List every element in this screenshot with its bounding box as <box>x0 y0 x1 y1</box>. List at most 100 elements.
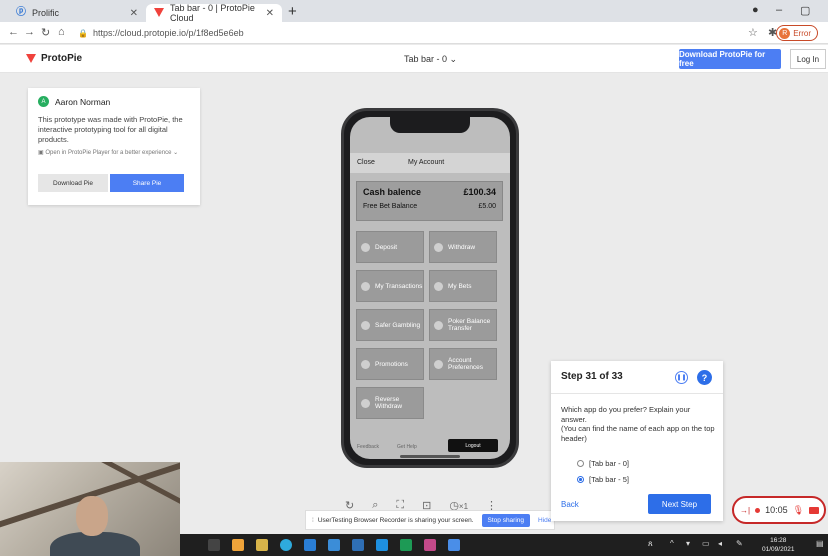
camera-icon[interactable] <box>809 506 820 514</box>
tab-title: Prolific <box>32 8 60 18</box>
menu-button-my-transactions[interactable]: My Transactions <box>356 270 424 302</box>
get-help-link[interactable]: Get Help <box>397 444 417 450</box>
open-in-player-link[interactable]: ▣ Open in ProtoPie Player for a better e… <box>38 149 190 156</box>
task-view-icon[interactable] <box>208 539 220 551</box>
reload-icon[interactable]: ↻ <box>41 26 50 39</box>
new-tab-button[interactable]: + <box>288 3 297 20</box>
hide-button[interactable]: Hide <box>538 517 551 524</box>
profile-icon[interactable]: ● <box>752 4 759 16</box>
cash-balence-label: Cash balence <box>363 187 422 197</box>
people-icon[interactable]: ጸ <box>648 539 653 549</box>
lock-icon: 🔒 <box>78 29 88 38</box>
clock-time: 16:28 <box>770 537 787 544</box>
logout-button[interactable]: Logout <box>448 439 498 452</box>
expand-arrow-icon[interactable]: →| <box>740 506 750 515</box>
avatar: A <box>38 96 49 107</box>
microphone-icon[interactable]: 🎙 <box>793 505 804 516</box>
menu-button-promotions[interactable]: Promotions <box>356 348 424 380</box>
tray-chevron-icon[interactable]: ^ <box>670 539 674 548</box>
drag-handle-icon[interactable]: ⁞ <box>312 517 314 524</box>
menu-button-my-bets[interactable]: My Bets <box>429 270 497 302</box>
menu-label: My Transactions <box>375 282 423 290</box>
option-tab-bar-5[interactable]: [Tab bar - 5] <box>577 475 629 484</box>
home-icon[interactable]: ⌂ <box>58 26 65 38</box>
webcam-feed <box>0 462 180 556</box>
menu-label: Reverse Withdraw <box>375 396 403 410</box>
bookmark-star-icon[interactable]: ☆ <box>748 26 758 39</box>
browser-tab-strip: ⓟ Prolific ✕ Tab bar - 0 | ProtoPie Clou… <box>0 0 828 23</box>
network-icon[interactable]: ▾ <box>686 539 690 548</box>
recording-dot-icon <box>755 507 761 513</box>
app-icon[interactable] <box>448 539 460 551</box>
person-head <box>76 496 108 536</box>
radio-button-selected[interactable] <box>577 476 584 483</box>
protopie-icon <box>154 8 164 18</box>
step-title: Step 31 of 33 <box>561 371 623 382</box>
home-indicator <box>400 455 460 458</box>
sharing-message: UserTesting Browser Recorder is sharing … <box>317 516 474 524</box>
file-explorer-icon[interactable] <box>256 539 268 551</box>
tab-protopie[interactable]: Tab bar - 0 | ProtoPie Cloud ✕ <box>146 3 282 23</box>
share-pie-button[interactable]: Share Pie <box>110 174 184 192</box>
menu-button-poker-balance-transfer[interactable]: Poker Balance Transfer <box>429 309 497 341</box>
minimize-button[interactable]: – <box>776 4 782 16</box>
app-icon[interactable] <box>232 539 244 551</box>
menu-label: My Bets <box>448 282 472 290</box>
usertesting-step-panel: Step 31 of 33 ❚❚ ? Which app do you pref… <box>551 361 723 521</box>
tab-title: Tab bar - 0 | ProtoPie Cloud <box>170 3 255 23</box>
app-icon[interactable] <box>304 539 316 551</box>
url-field[interactable]: 🔒 https://cloud.protopie.io/p/1f8ed5e6eb <box>78 25 718 41</box>
protopie-logo[interactable]: ProtoPie <box>26 53 82 64</box>
radio-icon <box>361 359 370 369</box>
edge-icon[interactable] <box>280 539 292 551</box>
cash-balence-value: £100.34 <box>463 187 496 197</box>
menu-button-reverse-withdraw[interactable]: Reverse Withdraw <box>356 387 424 419</box>
close-button[interactable]: Close <box>357 159 375 166</box>
recorder-widget: →| 10:05 🎙 <box>732 496 826 524</box>
volume-icon[interactable]: ◂ <box>718 539 722 548</box>
taskbar-clock[interactable]: 16:28 01/09/2021 <box>762 536 795 554</box>
next-step-button[interactable]: Next Step <box>648 494 711 514</box>
forward-arrow-icon[interactable]: → <box>24 26 35 38</box>
feedback-link[interactable]: Feedback <box>357 444 379 450</box>
author: A Aaron Norman <box>38 96 190 107</box>
menu-button-withdraw[interactable]: Withdraw <box>429 231 497 263</box>
free-bet-value: £5.00 <box>478 203 496 210</box>
profile-error-badge[interactable]: R Error <box>776 25 818 41</box>
excel-icon[interactable] <box>400 539 412 551</box>
tab-prolific[interactable]: ⓟ Prolific ✕ <box>8 4 146 22</box>
back-arrow-icon[interactable]: ← <box>8 26 19 38</box>
radio-button[interactable] <box>577 460 584 467</box>
option-label: [Tab bar - 0] <box>589 459 630 468</box>
balance-card: Cash balence £100.34 Free Bet Balance £5… <box>356 181 503 221</box>
back-button[interactable]: Back <box>561 500 579 509</box>
help-icon[interactable]: ? <box>697 370 712 385</box>
profile-avatar: R <box>779 27 791 39</box>
download-pie-button[interactable]: Download Pie <box>38 174 108 192</box>
free-bet-label: Free Bet Balance <box>363 203 418 210</box>
phone-screen: Close My Account Cash balence £100.34 Fr… <box>350 117 510 459</box>
menu-button-account-preferences[interactable]: Account Preferences <box>429 348 497 380</box>
url-text: https://cloud.protopie.io/p/1f8ed5e6eb <box>92 28 244 38</box>
menu-label: Deposit <box>375 243 398 251</box>
close-tab-icon[interactable]: ✕ <box>130 8 138 19</box>
option-tab-bar-0[interactable]: [Tab bar - 0] <box>577 459 629 468</box>
store-icon[interactable] <box>352 539 364 551</box>
screen-sharing-bar: ⁞ UserTesting Browser Recorder is sharin… <box>305 510 555 530</box>
login-button[interactable]: Log In <box>790 49 826 69</box>
download-protopie-button[interactable]: Download ProtoPie for free <box>679 49 781 69</box>
mail-icon[interactable] <box>328 539 340 551</box>
ie-icon[interactable] <box>376 539 388 551</box>
app-icon[interactable] <box>424 539 436 551</box>
close-tab-icon[interactable]: ✕ <box>266 8 274 19</box>
notifications-icon[interactable]: ▤ <box>816 539 824 548</box>
stop-sharing-button[interactable]: Stop sharing <box>481 513 531 527</box>
pen-icon[interactable]: ✎ <box>736 539 743 548</box>
battery-icon[interactable]: ▭ <box>702 539 710 548</box>
prototype-title-dropdown[interactable]: Tab bar - 0 ⌄ <box>404 54 457 65</box>
menu-button-deposit[interactable]: Deposit <box>356 231 424 263</box>
menu-button-safer-gambling[interactable]: Safer Gambling <box>356 309 424 341</box>
error-label: Error <box>793 28 811 38</box>
pause-icon[interactable]: ❚❚ <box>675 371 688 384</box>
maximize-button[interactable]: ▢ <box>800 4 810 17</box>
